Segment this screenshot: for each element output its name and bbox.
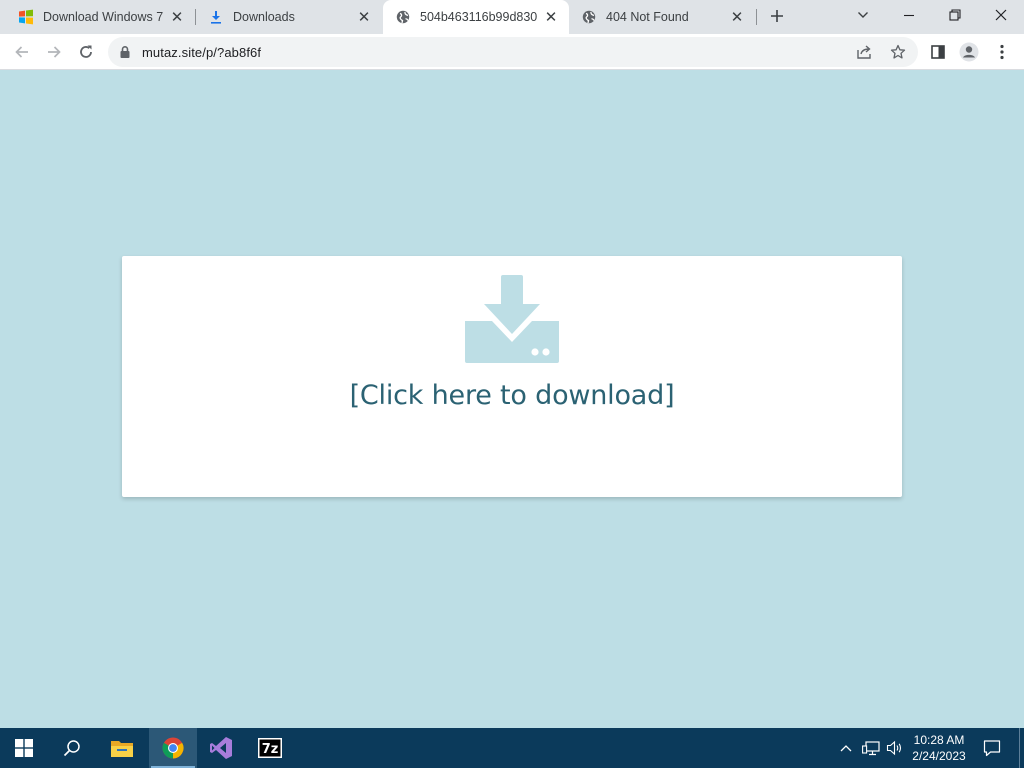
- search-button[interactable]: [48, 728, 96, 768]
- network-icon: [862, 741, 880, 756]
- forward-button[interactable]: [40, 38, 68, 66]
- windows-logo-icon: [18, 9, 34, 25]
- close-tab-icon[interactable]: ✕: [356, 9, 372, 25]
- tab-strip: Download Windows 7 ISO ✕ Downloads ✕ 504…: [0, 0, 1024, 34]
- download-drive-icon[interactable]: [465, 275, 559, 363]
- 7zip-button[interactable]: 7z: [246, 728, 294, 768]
- start-button[interactable]: [0, 728, 48, 768]
- search-icon: [63, 740, 80, 757]
- download-card: [Click here to download]: [122, 256, 902, 497]
- url-text: mutaz.site/p/?ab8f6f: [142, 45, 262, 60]
- tab-title: 504b463116b99d830b: [420, 10, 537, 24]
- menu-button[interactable]: [990, 40, 1014, 64]
- clock-date: 2/24/2023: [912, 749, 966, 763]
- tab-active-file[interactable]: 504b463116b99d830b ✕: [383, 0, 569, 34]
- file-explorer-button[interactable]: [98, 728, 146, 768]
- tab-downloads[interactable]: Downloads ✕: [190, 0, 382, 34]
- volume-button[interactable]: [884, 728, 906, 768]
- notification-icon: [983, 740, 1001, 757]
- star-icon: [890, 44, 906, 59]
- more-vertical-icon: [1000, 44, 1004, 60]
- address-bar[interactable]: mutaz.site/p/?ab8f6f: [108, 37, 918, 67]
- side-panel-icon: [931, 45, 945, 59]
- minimize-icon: [904, 14, 914, 17]
- reload-icon: [80, 45, 92, 58]
- bookmark-button[interactable]: [887, 41, 909, 63]
- close-tab-icon[interactable]: ✕: [543, 9, 559, 25]
- close-tab-icon[interactable]: ✕: [729, 9, 745, 25]
- show-desktop-button[interactable]: [1019, 728, 1020, 768]
- page-content: [Click here to download]: [0, 70, 1024, 728]
- start-icon: [15, 739, 33, 757]
- share-button[interactable]: [853, 41, 875, 63]
- share-icon: [857, 45, 871, 59]
- tab-title: 404 Not Found: [606, 10, 689, 24]
- close-window-button[interactable]: [978, 0, 1024, 30]
- tab-separator: [756, 9, 757, 25]
- chrome-button[interactable]: [149, 728, 197, 768]
- restore-icon: [949, 9, 961, 21]
- back-arrow-icon: [15, 46, 28, 58]
- plus-icon: [771, 10, 783, 22]
- new-tab-button[interactable]: [766, 5, 788, 27]
- clock-time: 10:28 AM: [913, 733, 965, 747]
- taskbar-clock[interactable]: 10:28 AM 2/24/2023: [906, 732, 972, 764]
- show-hidden-icons-button[interactable]: [836, 728, 856, 768]
- chevron-down-icon: [858, 12, 868, 18]
- reload-button[interactable]: [72, 38, 100, 66]
- forward-arrow-icon: [48, 46, 61, 58]
- minimize-button[interactable]: [886, 0, 932, 30]
- visual-studio-button[interactable]: [197, 728, 245, 768]
- tab-title: Downloads: [233, 10, 295, 24]
- download-link[interactable]: [Click here to download]: [122, 380, 902, 411]
- lock-icon: [120, 46, 130, 58]
- tab-download-windows[interactable]: Download Windows 7 ISO ✕: [0, 0, 195, 34]
- tab-title: Download Windows 7 ISO: [43, 10, 163, 24]
- globe-icon: [581, 9, 597, 25]
- 7zip-icon: 7z: [258, 738, 282, 758]
- restore-button[interactable]: [932, 0, 978, 30]
- close-tab-icon[interactable]: ✕: [169, 9, 185, 25]
- action-center-button[interactable]: [978, 728, 1006, 768]
- side-panel-button[interactable]: [926, 40, 950, 64]
- visual-studio-icon: [210, 737, 232, 759]
- chevron-up-icon: [840, 745, 852, 752]
- back-button[interactable]: [8, 38, 36, 66]
- globe-icon: [395, 9, 411, 25]
- profile-button[interactable]: [957, 40, 981, 64]
- tab-404-not-found[interactable]: 404 Not Found ✕: [569, 0, 755, 34]
- chrome-icon: [162, 737, 184, 759]
- taskbar: 7z 10:28 AM 2/24/2023: [0, 728, 1024, 768]
- svg-text:7z: 7z: [262, 742, 279, 757]
- download-icon: [208, 9, 224, 25]
- close-icon: [995, 9, 1007, 21]
- tab-search-button[interactable]: [840, 0, 886, 30]
- file-explorer-icon: [111, 741, 133, 757]
- volume-icon: [886, 740, 902, 756]
- avatar-icon: [959, 42, 979, 62]
- network-button[interactable]: [860, 728, 882, 768]
- browser-toolbar: mutaz.site/p/?ab8f6f: [0, 34, 1024, 70]
